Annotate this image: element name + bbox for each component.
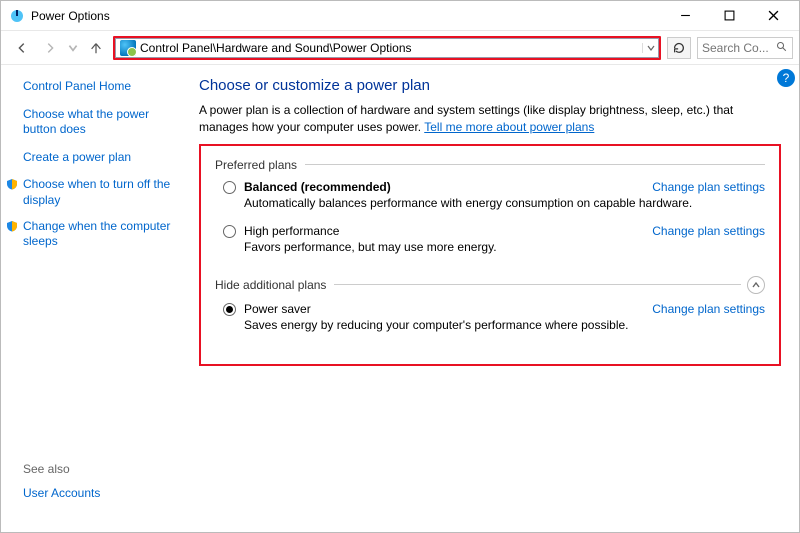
minimize-button[interactable] bbox=[663, 2, 707, 30]
recent-dropdown-icon[interactable] bbox=[67, 37, 79, 59]
plan-saver-sub: Saves energy by reducing your computer's… bbox=[244, 318, 765, 332]
preferred-plans-group: Preferred plans Balanced (recommended) A… bbox=[215, 154, 765, 260]
search-box[interactable] bbox=[697, 37, 793, 59]
search-input[interactable] bbox=[702, 41, 776, 55]
back-button[interactable] bbox=[11, 37, 33, 59]
plan-balanced-sub: Automatically balances performance with … bbox=[244, 196, 765, 210]
divider bbox=[305, 164, 765, 165]
window-title: Power Options bbox=[31, 9, 663, 23]
address-bar[interactable] bbox=[115, 38, 659, 58]
sidebar: Control Panel Home Choose what the power… bbox=[1, 65, 191, 532]
sidebar-link-home[interactable]: Control Panel Home bbox=[23, 79, 181, 95]
plan-high: High performance Favors performance, but… bbox=[223, 224, 765, 254]
sidebar-link-sleep[interactable]: Change when the computer sleeps bbox=[23, 219, 181, 250]
sidebar-link-power-button[interactable]: Choose what the power button does bbox=[23, 107, 181, 138]
radio-balanced[interactable] bbox=[223, 181, 236, 194]
app-icon bbox=[9, 8, 25, 24]
hide-additional-label: Hide additional plans bbox=[215, 278, 334, 292]
radio-saver[interactable] bbox=[223, 303, 236, 316]
nav-bar bbox=[1, 31, 799, 65]
plan-high-sub: Favors performance, but may use more ene… bbox=[244, 240, 765, 254]
address-input[interactable] bbox=[140, 41, 642, 55]
plan-saver: Power saver Saves energy by reducing you… bbox=[223, 302, 765, 332]
shield-icon bbox=[5, 177, 19, 191]
title-bar: Power Options bbox=[1, 1, 799, 31]
preferred-plans-label: Preferred plans bbox=[215, 158, 305, 172]
change-settings-high[interactable]: Change plan settings bbox=[652, 224, 765, 238]
refresh-button[interactable] bbox=[667, 37, 691, 59]
learn-more-link[interactable]: Tell me more about power plans bbox=[424, 120, 594, 134]
collapse-toggle[interactable] bbox=[747, 276, 765, 294]
up-button[interactable] bbox=[85, 37, 107, 59]
divider bbox=[334, 284, 741, 285]
see-also-user-accounts[interactable]: User Accounts bbox=[23, 486, 100, 502]
plans-highlight-box: Preferred plans Balanced (recommended) A… bbox=[199, 144, 781, 366]
search-icon bbox=[776, 41, 788, 55]
sidebar-link-display-off[interactable]: Choose when to turn off the display bbox=[23, 177, 181, 208]
close-button[interactable] bbox=[751, 2, 795, 30]
forward-button[interactable] bbox=[39, 37, 61, 59]
address-dropdown-icon[interactable] bbox=[642, 43, 658, 53]
address-bar-highlight bbox=[113, 36, 661, 60]
see-also-section: See also User Accounts bbox=[23, 462, 100, 514]
sidebar-link-create-plan[interactable]: Create a power plan bbox=[23, 150, 181, 166]
page-title: Choose or customize a power plan bbox=[199, 77, 781, 94]
maximize-button[interactable] bbox=[707, 2, 751, 30]
additional-plans-group: Hide additional plans Power saver Saves … bbox=[215, 272, 765, 338]
change-settings-saver[interactable]: Change plan settings bbox=[652, 302, 765, 316]
change-settings-balanced[interactable]: Change plan settings bbox=[652, 180, 765, 194]
radio-high[interactable] bbox=[223, 225, 236, 238]
page-description: A power plan is a collection of hardware… bbox=[199, 102, 781, 136]
see-also-header: See also bbox=[23, 462, 100, 476]
plan-balanced: Balanced (recommended) Automatically bal… bbox=[223, 180, 765, 210]
main-panel: ? Choose or customize a power plan A pow… bbox=[191, 65, 799, 532]
control-panel-icon bbox=[120, 40, 136, 56]
help-icon[interactable]: ? bbox=[777, 69, 795, 87]
shield-icon bbox=[5, 219, 19, 233]
